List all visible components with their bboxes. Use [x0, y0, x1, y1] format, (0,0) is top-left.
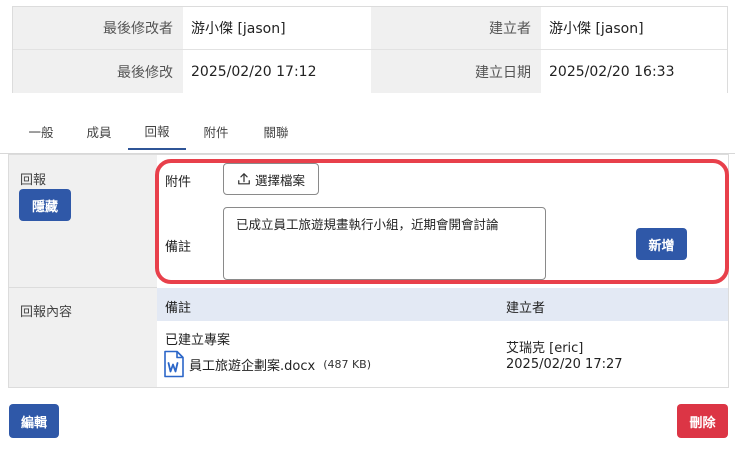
- note-label: 備註: [165, 240, 192, 255]
- attachment-file-size: (487 KB): [323, 357, 372, 371]
- delete-button[interactable]: 刪除: [677, 404, 728, 438]
- attachment-label: 附件: [165, 175, 192, 190]
- label-column: 回報 隱藏 回報內容: [9, 155, 157, 387]
- created-date-value: 2025/02/20 16:33: [541, 50, 727, 93]
- reply-form: 附件 選擇檔案 備註 已成立員工旅遊規畫執行小組，近期會開會討論 新增: [157, 155, 728, 287]
- word-document-icon: [164, 350, 184, 378]
- tab-attachments[interactable]: 附件: [186, 112, 246, 150]
- last-modified-label: 最後修改: [13, 50, 183, 93]
- row-created-date: 2025/02/20 17:27: [506, 357, 623, 372]
- hide-button[interactable]: 隱藏: [19, 189, 71, 221]
- creator-label: 建立者: [371, 7, 541, 49]
- info-row-modifier: 最後修改者 游小傑 [jason] 建立者 游小傑 [jason]: [13, 7, 727, 50]
- choose-file-label: 選擇檔案: [254, 172, 305, 188]
- tab-general[interactable]: 一般: [12, 112, 70, 150]
- tab-bar: 一般 成員 回報 附件 關聯: [12, 112, 306, 154]
- upload-icon: [238, 173, 250, 185]
- reply-table-header: 備註 建立者: [157, 288, 728, 321]
- tab-members[interactable]: 成員: [70, 112, 128, 150]
- column-header-note: 備註: [165, 301, 192, 316]
- created-date-label: 建立日期: [371, 50, 541, 93]
- last-modified-value: 2025/02/20 17:12: [183, 50, 371, 93]
- last-modifier-label: 最後修改者: [13, 7, 183, 49]
- row-creator: 艾瑞克 [eric]: [506, 341, 584, 356]
- reply-panel: 回報 隱藏 回報內容 附件 選擇檔案 備註 已成立員工旅遊規畫執行小組，近期會開…: [8, 154, 729, 388]
- edit-button[interactable]: 編輯: [9, 404, 59, 438]
- table-row: 已建立專案 員工旅遊企劃案.docx (487 KB) 艾瑞克 [eric] 2…: [157, 321, 728, 387]
- reply-section-label: 回報: [20, 173, 47, 188]
- attachment-file-name[interactable]: 員工旅遊企劃案.docx: [189, 355, 315, 374]
- creator-value: 游小傑 [jason]: [541, 7, 727, 49]
- choose-file-button[interactable]: 選擇檔案: [223, 163, 319, 195]
- row-attachment-link[interactable]: 員工旅遊企劃案.docx (487 KB): [163, 350, 371, 378]
- tab-relations[interactable]: 關聯: [246, 112, 306, 150]
- tab-reply[interactable]: 回報: [128, 112, 186, 150]
- info-row-dates: 最後修改 2025/02/20 17:12 建立日期 2025/02/20 16…: [13, 50, 727, 93]
- column-header-creator: 建立者: [506, 301, 546, 316]
- reply-content-label: 回報內容: [20, 305, 73, 320]
- note-textarea[interactable]: 已成立員工旅遊規畫執行小組，近期會開會討論: [223, 207, 546, 280]
- add-button[interactable]: 新增: [636, 228, 687, 260]
- section-divider: [9, 287, 157, 288]
- row-note: 已建立專案: [165, 333, 231, 348]
- record-info-table: 最後修改者 游小傑 [jason] 建立者 游小傑 [jason] 最後修改 2…: [12, 6, 728, 93]
- last-modifier-value: 游小傑 [jason]: [183, 7, 371, 49]
